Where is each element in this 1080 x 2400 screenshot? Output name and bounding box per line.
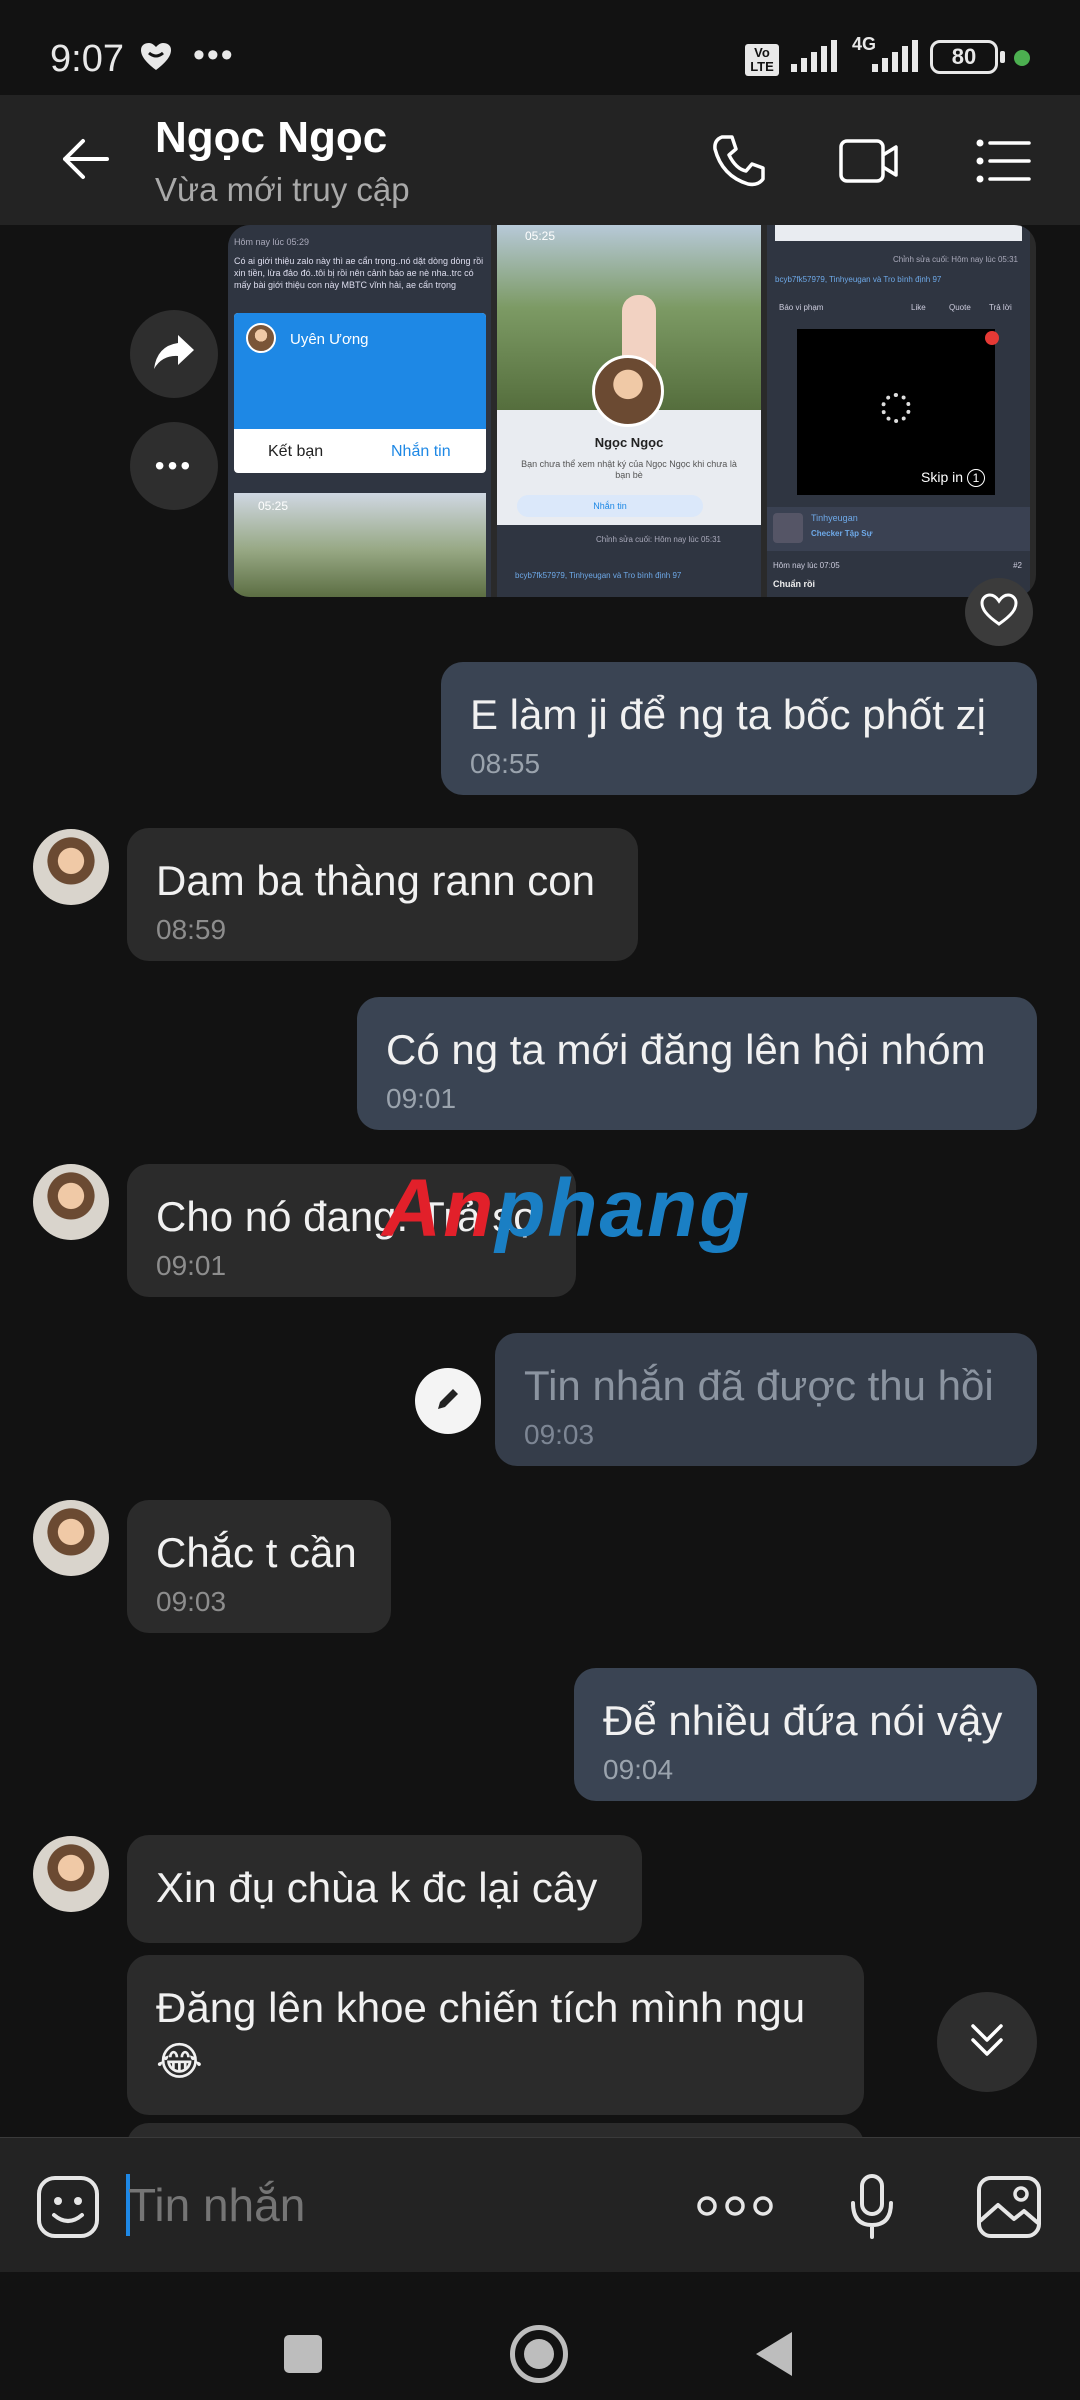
message-recalled[interactable]: Tin nhắn đã được thu hồi 09:03 [495, 1333, 1037, 1466]
share-button[interactable] [130, 310, 218, 398]
contact-name[interactable]: Ngọc Ngọc [155, 113, 387, 163]
laughing-emoji: 😂 [156, 2040, 203, 2084]
message-more-button[interactable]: ••• [130, 422, 218, 510]
shared-image-2[interactable]: 05:25 Ngọc Ngọc Bạn chưa thể xem nhật ký… [497, 225, 761, 597]
message-incoming[interactable]: Xin đụ chùa k đc lại cây [127, 1835, 642, 1943]
video-ad: Skip in 1 [797, 329, 999, 495]
message-text: Để nhiều đứa nói vậy [603, 1697, 1003, 1744]
message-time: 09:01 [386, 1083, 457, 1114]
more-options-icon[interactable] [697, 2186, 773, 2226]
post-text: Có ai giới thiệu zalo này thì ae cẩn trọ… [234, 256, 484, 290]
message-text: Tin nhắn đã được thu hồi [524, 1362, 994, 1409]
message-outgoing[interactable]: Để nhiều đứa nói vậy 09:04 [574, 1668, 1037, 1801]
status-time: 9:07 [50, 38, 124, 80]
message-text: Chắc t cần [156, 1529, 357, 1576]
heart-reaction-icon [980, 592, 1018, 632]
profile-note: Bạn chưa thể xem nhật ký của Ngọc Ngọc k… [521, 459, 737, 480]
message-text: Có ng ta mới đăng lên hội nhóm [386, 1026, 986, 1073]
scroll-down-button[interactable] [937, 1992, 1037, 2092]
share-arrow-icon [152, 333, 196, 376]
battery-icon: 80 [930, 40, 998, 74]
contact-avatar[interactable] [33, 829, 109, 905]
4g-signal-icon [870, 40, 920, 81]
card-name: Uyên Ương [290, 331, 369, 348]
message-incoming[interactable]: Dam ba thàng rann con 08:59 [127, 828, 638, 961]
shared-image-group[interactable]: Hôm nay lúc 05:29 Có ai giới thiệu zalo … [228, 225, 1036, 597]
message-text: E làm ji để ng ta bốc phốt zị [470, 691, 986, 738]
street-photo: 05:25 [234, 493, 486, 597]
pencil-icon [433, 1384, 463, 1419]
emoji-sticker-icon[interactable] [36, 2175, 100, 2239]
home-icon[interactable] [510, 2325, 568, 2383]
shared-image-1[interactable]: Hôm nay lúc 05:29 Có ai giới thiệu zalo … [228, 225, 491, 597]
more-dots-icon: ••• [193, 36, 235, 74]
profile-message-button: Nhắn tin [517, 495, 703, 517]
card-message: Nhắn tin [391, 443, 451, 460]
chat-header: Ngọc Ngọc Vừa mới truy cập [0, 95, 1080, 225]
post-date: Hôm nay lúc 05:29 [234, 237, 310, 247]
back-icon[interactable] [752, 2330, 796, 2378]
system-nav-bar [0, 2272, 1080, 2400]
green-dot-icon [1014, 50, 1030, 66]
post-footer: Chỉnh sửa cuối: Hôm nay lúc 05:31 bcyb7f… [497, 525, 761, 597]
message-incoming[interactable]: Đăng lên khoe chiến tích mình ngu 😂 [127, 1955, 864, 2115]
phone-icon[interactable] [708, 131, 768, 191]
video-camera-icon[interactable] [838, 135, 900, 187]
network-badge: Vo LTE [750, 45, 774, 74]
status-bar: 9:07 ••• Vo LTE 4G 80 [0, 0, 1080, 95]
volte-icon: Vo LTE [745, 44, 779, 76]
message-time: 09:04 [603, 1754, 674, 1785]
message-outgoing[interactable]: E làm ji để ng ta bốc phốt zị 08:55 [441, 662, 1037, 795]
message-input-bar [0, 2137, 1080, 2272]
battery-level: 80 [951, 44, 977, 69]
card-avatar [246, 323, 276, 353]
react-heart-button[interactable] [965, 578, 1033, 646]
message-time: 08:59 [156, 914, 227, 945]
forum-user-row: Tinhyeugan Checker Tập Sự [767, 507, 1030, 551]
message-time: 09:03 [156, 1586, 227, 1617]
presence-status: Vừa mới truy cập [155, 171, 410, 208]
profile-name: Ngọc Ngọc [594, 435, 664, 450]
menu-list-icon[interactable] [974, 137, 1032, 185]
battery-tip [1000, 51, 1005, 63]
microphone-icon[interactable] [848, 2173, 896, 2241]
message-outgoing[interactable]: Có ng ta mới đăng lên hội nhóm 09:01 [357, 997, 1037, 1130]
message-input[interactable] [128, 2168, 648, 2242]
signal-icon [789, 40, 839, 81]
message-text: Đăng lên khoe chiến tích mình ngu [156, 1984, 806, 2031]
contact-avatar[interactable] [33, 1836, 109, 1912]
heart-app-icon [140, 42, 172, 79]
message-text: Xin đụ chùa k đc lại cây [156, 1864, 598, 1911]
contact-avatar[interactable] [33, 1164, 109, 1240]
profile-avatar [592, 355, 664, 427]
scroll-down-icon [965, 2018, 1009, 2067]
edit-button[interactable] [415, 1368, 481, 1434]
recent-apps-icon[interactable] [284, 2335, 322, 2373]
profile-card: Uyên Ương Kết bạn Nhắn tin [234, 313, 486, 473]
contact-avatar[interactable] [33, 1500, 109, 1576]
message-text: Dam ba thàng rann con [156, 857, 595, 904]
shared-image-3[interactable]: Chỉnh sửa cuối: Hôm nay lúc 05:31 bcyb7f… [767, 225, 1030, 597]
watermark-logo: Anphang [382, 1163, 752, 1254]
back-arrow-icon[interactable] [55, 129, 115, 189]
image-gallery-icon[interactable] [976, 2175, 1042, 2239]
message-time: 09:03 [524, 1419, 595, 1450]
message-incoming-partial[interactable] [127, 2123, 864, 2137]
more-dots-icon: ••• [154, 450, 194, 481]
card-add-friend: Kết bạn [268, 443, 324, 460]
message-incoming[interactable]: Chắc t cần 09:03 [127, 1500, 391, 1633]
message-time: 08:55 [470, 748, 541, 779]
